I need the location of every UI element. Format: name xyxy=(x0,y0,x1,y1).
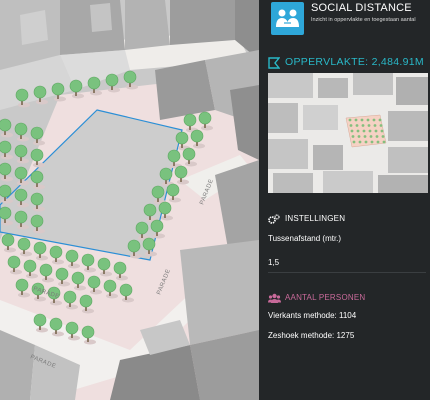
tree xyxy=(39,263,53,277)
area-label: OPPERVLAKTE: 2,484.91M xyxy=(285,56,424,68)
tree xyxy=(151,185,165,199)
tree xyxy=(103,279,117,293)
tree xyxy=(142,237,156,251)
tree xyxy=(49,317,63,331)
gears-icon xyxy=(268,214,280,224)
tree xyxy=(119,283,133,297)
distance-input[interactable]: 1,5 xyxy=(268,258,418,270)
tree xyxy=(55,267,69,281)
tree xyxy=(123,70,137,84)
tree xyxy=(150,219,164,233)
tree xyxy=(135,221,149,235)
tree xyxy=(158,201,172,215)
building xyxy=(125,0,170,50)
tree xyxy=(113,261,127,275)
tree xyxy=(190,129,204,143)
tree xyxy=(30,148,44,162)
tree xyxy=(81,253,95,267)
tree xyxy=(17,237,31,251)
tree xyxy=(174,165,188,179)
tree xyxy=(159,167,173,181)
tree xyxy=(63,290,77,304)
tree xyxy=(33,313,47,327)
tree xyxy=(14,210,28,224)
tree xyxy=(14,188,28,202)
tree xyxy=(175,131,189,145)
tree xyxy=(143,203,157,217)
tree xyxy=(182,147,196,161)
area-row: OPPERVLAKTE: 2,484.91M xyxy=(268,56,430,70)
app-subtitle: Inzicht in oppervlakte en toegestaan aan… xyxy=(311,17,416,23)
area-thumbnail xyxy=(268,73,428,193)
tree xyxy=(14,144,28,158)
tree xyxy=(87,76,101,90)
building xyxy=(155,60,215,120)
building xyxy=(170,0,235,45)
tree xyxy=(198,111,212,125)
tree xyxy=(15,278,29,292)
two-people-icon xyxy=(271,2,304,35)
tree xyxy=(33,85,47,99)
tree xyxy=(81,325,95,339)
tree xyxy=(166,183,180,197)
settings-title: INSTELLINGEN xyxy=(285,214,346,223)
tree xyxy=(49,245,63,259)
tree xyxy=(0,206,12,220)
tree xyxy=(183,113,197,127)
app-header: SOCIAL DISTANCE Inzicht in oppervlakte e… xyxy=(259,0,430,46)
polygon-area-icon xyxy=(268,57,280,69)
users-icon xyxy=(268,293,281,303)
tree xyxy=(30,170,44,184)
tree xyxy=(1,233,15,247)
tree xyxy=(7,255,21,269)
input-underline xyxy=(268,272,426,273)
hex-method-result: Zeshoek methode: 1275 xyxy=(268,331,355,340)
info-panel: SOCIAL DISTANCE Inzicht in oppervlakte e… xyxy=(259,0,430,400)
tree xyxy=(51,82,65,96)
tree xyxy=(65,249,79,263)
square-method-result: Vierkants methode: 1104 xyxy=(268,311,357,320)
tree xyxy=(30,192,44,206)
building xyxy=(180,240,259,345)
tree xyxy=(127,239,141,253)
tree xyxy=(33,241,47,255)
tree xyxy=(30,214,44,228)
persons-title: AANTAL PERSONEN xyxy=(285,293,366,302)
tree xyxy=(14,122,28,136)
tree xyxy=(97,257,111,271)
tree xyxy=(105,73,119,87)
tree xyxy=(79,294,93,308)
tree xyxy=(65,321,79,335)
tree xyxy=(30,126,44,140)
distance-label: Tussenafstand (mtr.) xyxy=(268,234,342,243)
tree xyxy=(71,271,85,285)
tree xyxy=(0,118,12,132)
tree xyxy=(69,79,83,93)
tree xyxy=(0,162,12,176)
tree xyxy=(167,149,181,163)
tree xyxy=(15,88,29,102)
tree xyxy=(23,259,37,273)
app-title: SOCIAL DISTANCE xyxy=(311,2,412,14)
tree xyxy=(14,166,28,180)
tree xyxy=(0,184,12,198)
tree xyxy=(87,275,101,289)
tree xyxy=(0,140,12,154)
